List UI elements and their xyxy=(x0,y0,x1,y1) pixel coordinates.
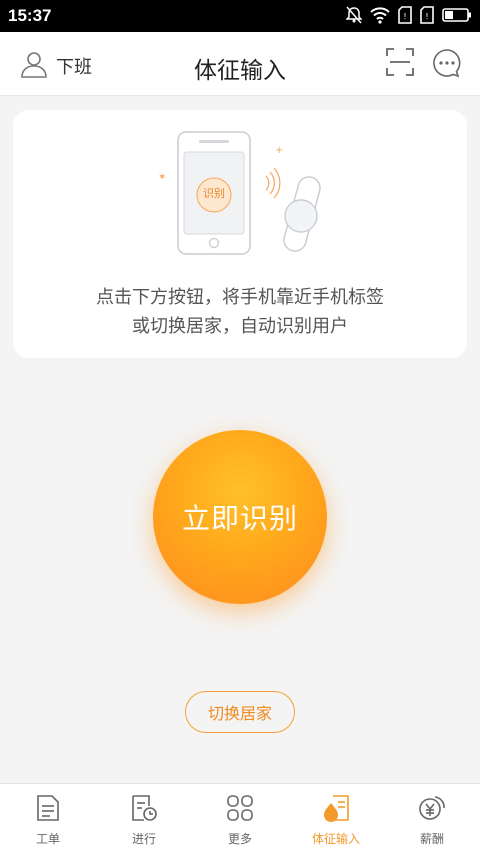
tab-label: 薪酬 xyxy=(419,832,444,846)
tab-in-progress[interactable]: 进行 xyxy=(96,784,192,853)
status-time: 15:37 xyxy=(8,6,52,25)
grid-icon xyxy=(226,794,254,826)
svg-text:!: ! xyxy=(425,12,428,21)
tab-label: 工单 xyxy=(35,832,60,846)
app-header: 下班 体征输入 xyxy=(0,32,480,96)
bottom-tab-bar: 工单 进行 更多 体征输入 薪酬 xyxy=(0,783,480,853)
instruction-card: ✶ + 识别 点击下方按钮，将手机靠近手机标签 或切换居家，自动识别用户 xyxy=(13,110,467,358)
document-icon xyxy=(35,794,61,826)
sim-card-icon-2: ! xyxy=(420,6,434,24)
battery-icon xyxy=(442,6,472,24)
yuan-coin-icon xyxy=(418,794,446,826)
tab-more[interactable]: 更多 xyxy=(192,784,288,853)
identify-now-label: 立即识别 xyxy=(181,502,298,535)
tab-label: 更多 xyxy=(227,832,252,846)
instruction-line-2: 或切换居家，自动识别用户 xyxy=(132,316,348,337)
tab-work-orders[interactable]: 工单 xyxy=(0,784,96,853)
identify-chip-label: 识别 xyxy=(203,187,225,200)
message-icon[interactable] xyxy=(432,48,462,82)
status-bar: 15:37 ! ! xyxy=(0,0,480,32)
wifi-icon xyxy=(370,6,390,24)
svg-text:!: ! xyxy=(403,12,406,21)
scan-icon[interactable] xyxy=(386,48,414,82)
tab-label: 体征输入 xyxy=(311,832,360,846)
clock-document-icon xyxy=(130,794,158,826)
tab-label: 进行 xyxy=(131,832,156,846)
identify-now-button[interactable]: 立即识别 xyxy=(153,430,327,604)
tab-vital-input[interactable]: 体征输入 xyxy=(288,784,384,853)
switch-home-button[interactable]: 切换居家 xyxy=(185,691,295,733)
svg-text:+: + xyxy=(275,145,283,156)
sim-card-icon: ! xyxy=(398,6,412,24)
status-icons: ! ! xyxy=(345,6,472,24)
nfc-illustration: ✶ + 识别 xyxy=(13,128,467,268)
notifications-off-icon xyxy=(345,6,363,24)
svg-text:✶: ✶ xyxy=(158,172,166,183)
vital-signs-icon xyxy=(322,794,350,826)
instruction-text: 点击下方按钮，将手机靠近手机标签 或切换居家，自动识别用户 xyxy=(13,283,467,341)
instruction-line-1: 点击下方按钮，将手机靠近手机标签 xyxy=(96,287,384,308)
tab-salary[interactable]: 薪酬 xyxy=(384,784,480,853)
